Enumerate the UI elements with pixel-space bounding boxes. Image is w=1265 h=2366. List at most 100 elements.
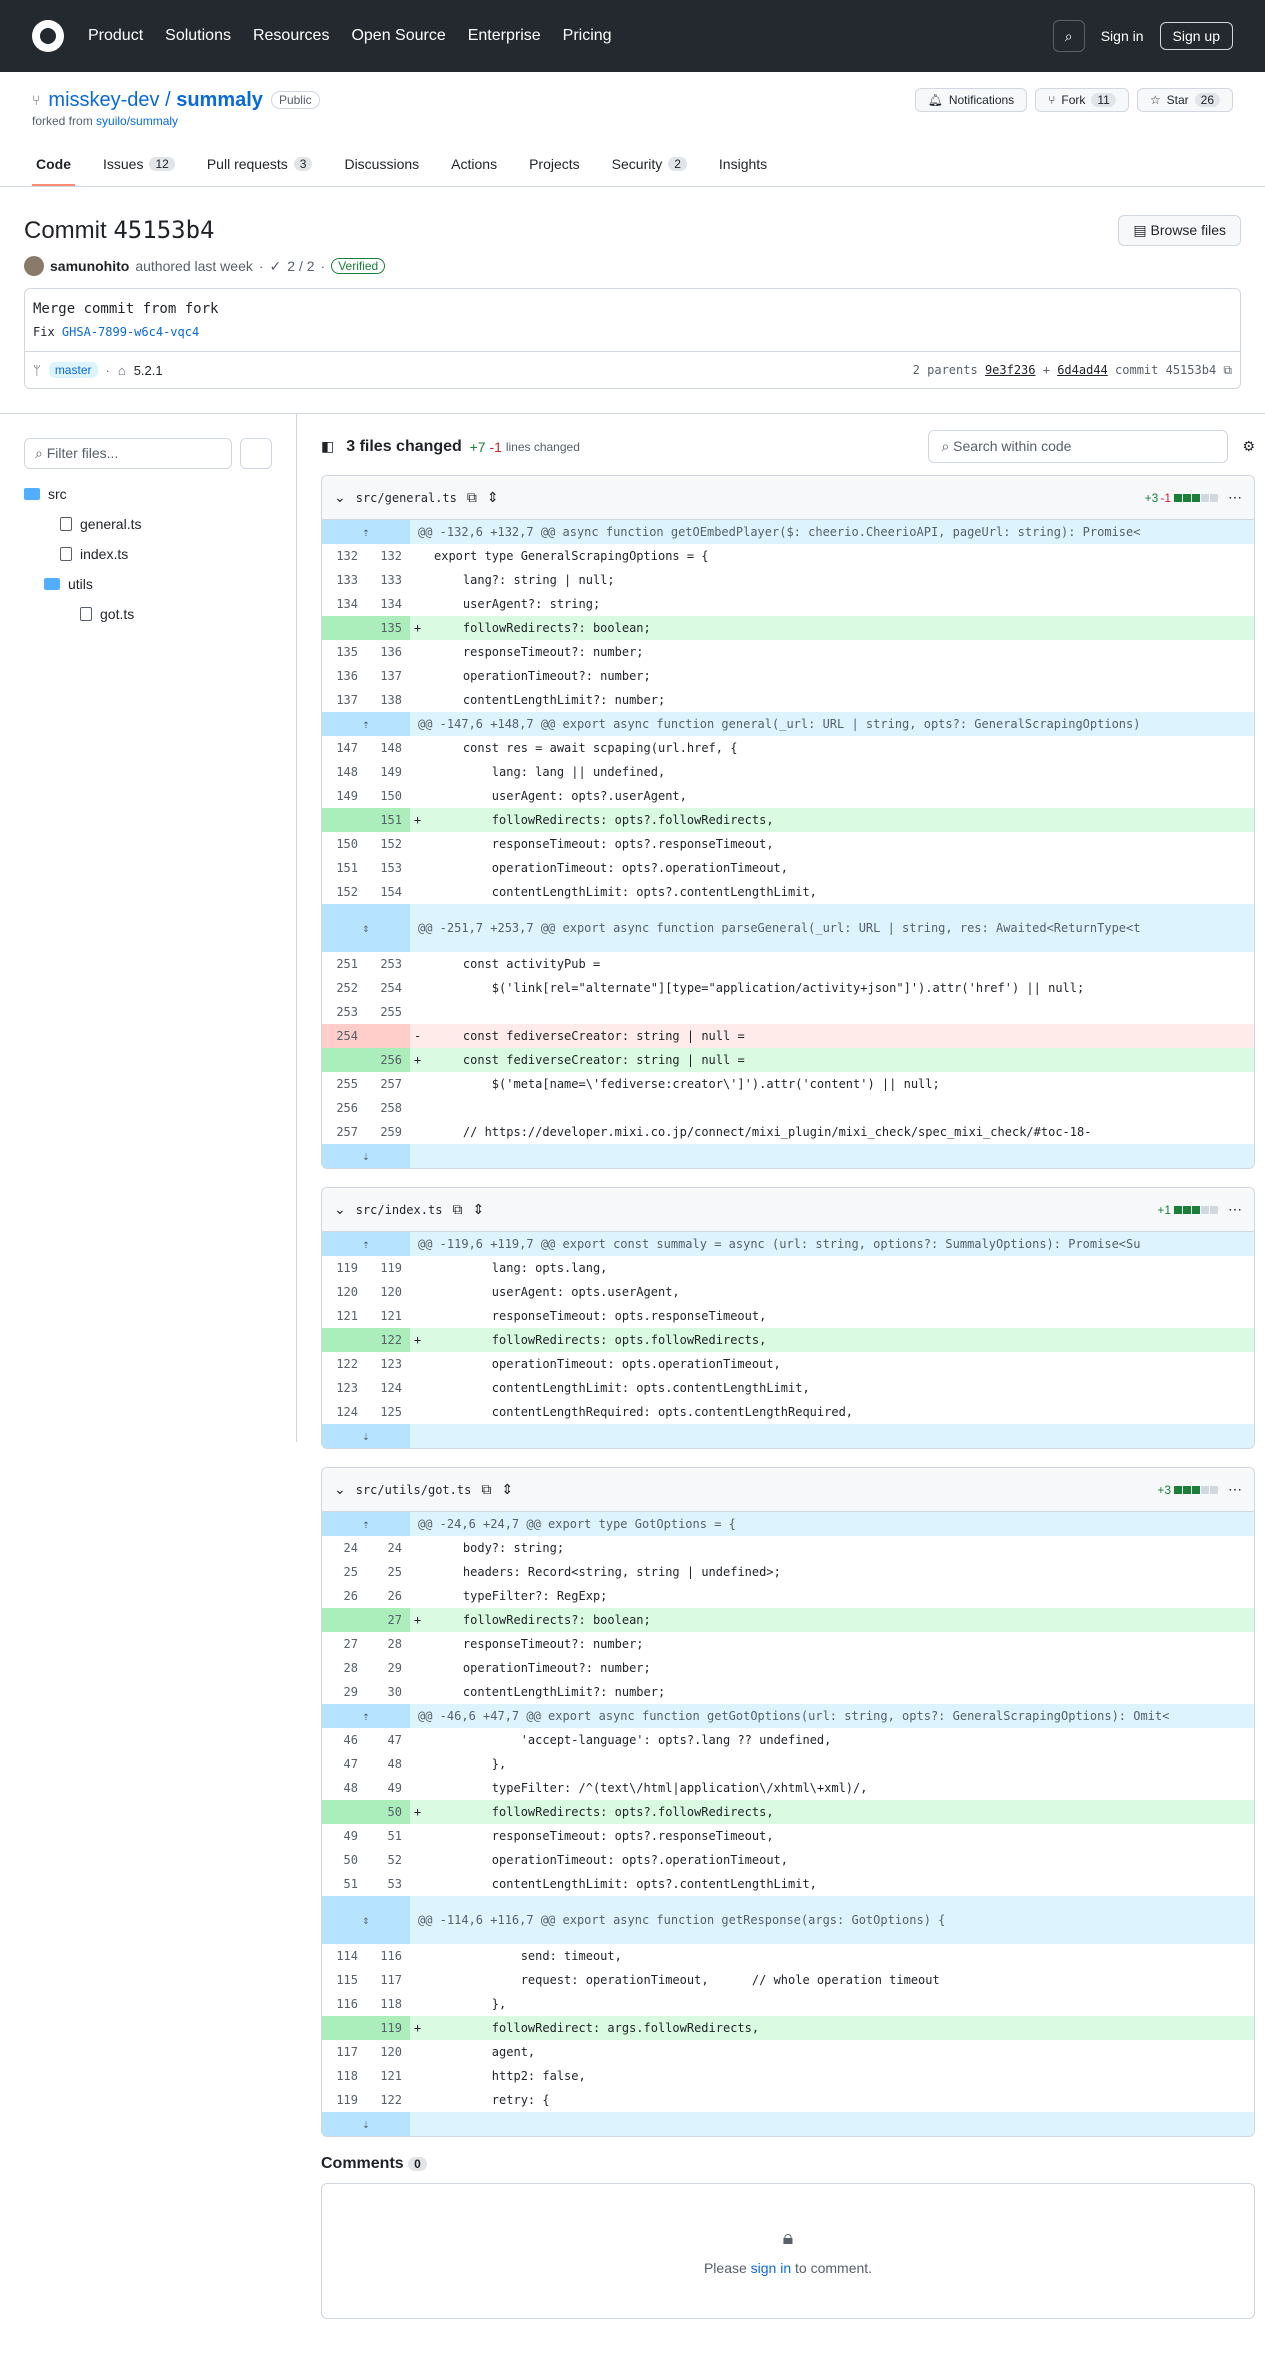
expand-icon[interactable]: ⇕	[487, 489, 499, 506]
kebab-icon[interactable]: ⋯	[1228, 1201, 1242, 1218]
new-line-number[interactable]: 151	[366, 808, 410, 832]
new-line-number[interactable]: 117	[366, 1968, 410, 1992]
old-line-number[interactable]: 24	[322, 1536, 366, 1560]
nav-item-2[interactable]: Resources	[253, 27, 329, 45]
new-line-number[interactable]: 135	[366, 616, 410, 640]
nav-item-5[interactable]: Pricing	[563, 27, 612, 45]
old-line-number[interactable]: 133	[322, 568, 366, 592]
tree-item-file[interactable]: general.ts	[24, 509, 272, 539]
old-line-number[interactable]: 28	[322, 1656, 366, 1680]
avatar[interactable]	[24, 256, 44, 276]
old-line-number[interactable]: 124	[322, 1400, 366, 1424]
new-line-number[interactable]: 122	[366, 1328, 410, 1352]
file-path[interactable]: src/utils/got.ts	[356, 1483, 472, 1497]
new-line-number[interactable]: 122	[366, 2088, 410, 2112]
copy-icon[interactable]: ⧉	[452, 1201, 462, 1218]
new-line-number[interactable]: 53	[366, 1872, 410, 1896]
chevron-down-icon[interactable]: ⌄	[334, 489, 346, 506]
new-line-number[interactable]: 52	[366, 1848, 410, 1872]
new-line-number[interactable]: 255	[366, 1000, 410, 1024]
search-within-code-input[interactable]: ⌕ Search within code	[928, 430, 1229, 463]
new-line-number[interactable]: 137	[366, 664, 410, 688]
verified-badge[interactable]: Verified	[331, 258, 386, 274]
tab-7[interactable]: Insights	[715, 148, 771, 186]
old-line-number[interactable]	[322, 1608, 366, 1632]
expand-icon[interactable]: ⇕	[322, 904, 410, 952]
old-line-number[interactable]	[322, 1048, 366, 1072]
copy-icon[interactable]: ⧉	[467, 489, 477, 506]
old-line-number[interactable]: 150	[322, 832, 366, 856]
old-line-number[interactable]: 114	[322, 1944, 366, 1968]
old-line-number[interactable]: 254	[322, 1024, 366, 1048]
file-path[interactable]: src/general.ts	[356, 491, 457, 505]
expand-icon[interactable]: ⇕	[501, 1481, 513, 1498]
new-line-number[interactable]: 119	[366, 1256, 410, 1280]
old-line-number[interactable]	[322, 808, 366, 832]
old-line-number[interactable]: 46	[322, 1728, 366, 1752]
new-line-number[interactable]: 132	[366, 544, 410, 568]
old-line-number[interactable]: 118	[322, 2064, 366, 2088]
tree-item-folder[interactable]: src	[24, 479, 272, 509]
new-line-number[interactable]: 48	[366, 1752, 410, 1776]
new-line-number[interactable]: 125	[366, 1400, 410, 1424]
old-line-number[interactable]: 147	[322, 736, 366, 760]
old-line-number[interactable]: 116	[322, 1992, 366, 2016]
kebab-icon[interactable]: ⋯	[1228, 489, 1242, 506]
tab-1[interactable]: Issues 12	[99, 148, 179, 186]
new-line-number[interactable]: 257	[366, 1072, 410, 1096]
sign-in-link[interactable]: Sign in	[1101, 28, 1144, 44]
new-line-number[interactable]: 253	[366, 952, 410, 976]
parent-2-link[interactable]: 6d4ad44	[1057, 363, 1108, 377]
old-line-number[interactable]: 136	[322, 664, 366, 688]
expand-row[interactable]: ⇣	[322, 1144, 1254, 1168]
old-line-number[interactable]: 25	[322, 1560, 366, 1584]
old-line-number[interactable]: 47	[322, 1752, 366, 1776]
chevron-down-icon[interactable]: ⌄	[334, 1201, 346, 1218]
old-line-number[interactable]: 49	[322, 1824, 366, 1848]
new-line-number[interactable]: 154	[366, 880, 410, 904]
file-path[interactable]: src/index.ts	[356, 1203, 443, 1217]
new-line-number[interactable]: 133	[366, 568, 410, 592]
tab-5[interactable]: Projects	[525, 148, 584, 186]
new-line-number[interactable]: 256	[366, 1048, 410, 1072]
tag-link[interactable]: 5.2.1	[134, 363, 163, 378]
old-line-number[interactable]: 257	[322, 1120, 366, 1144]
old-line-number[interactable]	[322, 2016, 366, 2040]
old-line-number[interactable]: 135	[322, 640, 366, 664]
old-line-number[interactable]: 256	[322, 1096, 366, 1120]
expand-icon[interactable]: ⇣	[322, 1424, 410, 1448]
old-line-number[interactable]: 151	[322, 856, 366, 880]
expand-icon[interactable]: ⇡	[322, 520, 410, 544]
old-line-number[interactable]: 132	[322, 544, 366, 568]
new-line-number[interactable]: 136	[366, 640, 410, 664]
new-line-number[interactable]: 150	[366, 784, 410, 808]
kebab-icon[interactable]: ⋯	[1228, 1481, 1242, 1498]
copy-icon[interactable]: ⧉	[481, 1481, 491, 1498]
tree-item-folder[interactable]: utils	[24, 569, 272, 599]
new-line-number[interactable]: 124	[366, 1376, 410, 1400]
expand-icon[interactable]: ⇕	[322, 1896, 410, 1944]
sidebar-toggle-icon[interactable]: ◧	[321, 438, 334, 455]
filter-options-button[interactable]	[240, 438, 272, 469]
old-line-number[interactable]: 149	[322, 784, 366, 808]
nav-item-3[interactable]: Open Source	[351, 27, 445, 45]
star-button[interactable]: ☆ Star 26	[1136, 88, 1233, 112]
nav-item-1[interactable]: Solutions	[165, 27, 231, 45]
advisory-link[interactable]: GHSA-7899-w6c4-vqc4	[62, 325, 199, 339]
expand-icon[interactable]: ⇣	[322, 1144, 410, 1168]
new-line-number[interactable]: 49	[366, 1776, 410, 1800]
new-line-number[interactable]: 25	[366, 1560, 410, 1584]
old-line-number[interactable]: 119	[322, 1256, 366, 1280]
expand-icon[interactable]: ⇣	[322, 2112, 410, 2136]
nav-item-4[interactable]: Enterprise	[468, 27, 541, 45]
expand-row[interactable]: ⇣	[322, 1424, 1254, 1448]
old-line-number[interactable]: 50	[322, 1848, 366, 1872]
github-logo-icon[interactable]	[32, 20, 64, 52]
gear-icon[interactable]: ⚙	[1242, 438, 1255, 455]
new-line-number[interactable]: 28	[366, 1632, 410, 1656]
old-line-number[interactable]	[322, 616, 366, 640]
new-line-number[interactable]: 30	[366, 1680, 410, 1704]
new-line-number[interactable]: 149	[366, 760, 410, 784]
new-line-number[interactable]: 50	[366, 1800, 410, 1824]
expand-row[interactable]: ⇣	[322, 2112, 1254, 2136]
